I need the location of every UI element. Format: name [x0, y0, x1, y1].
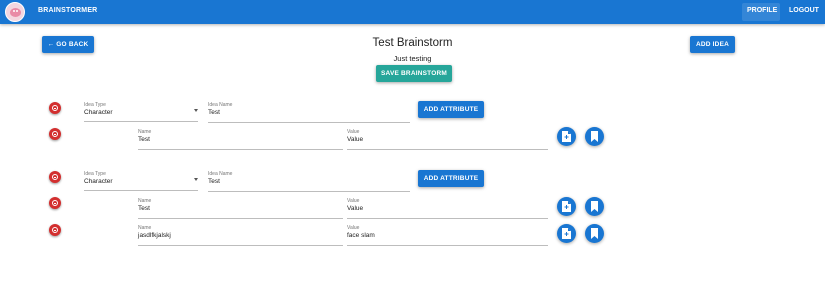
attribute-value-field[interactable]: Value Value — [347, 198, 548, 219]
attribute-value-field[interactable]: Value Value — [347, 129, 548, 150]
delete-attribute-icon[interactable] — [49, 224, 61, 236]
delete-idea-icon[interactable] — [49, 171, 61, 183]
attribute-value-value: Value — [347, 136, 364, 143]
delete-idea-icon[interactable] — [49, 102, 61, 114]
add-attribute-button[interactable]: ADD ATTRIBUTE — [418, 170, 484, 187]
idea-name-label: Idea Name — [208, 102, 233, 108]
idea-type-label: Idea Type — [84, 171, 106, 177]
app-bar: BRAINSTORMER PROFILE LOGOUT — [0, 0, 825, 24]
attribute-name-label: Name — [138, 129, 152, 135]
file-icon[interactable] — [557, 224, 576, 243]
profile-link[interactable]: PROFILE — [747, 7, 777, 14]
file-icon[interactable] — [557, 127, 576, 146]
brainstorm-title: Test Brainstorm — [372, 37, 453, 49]
logo-icon[interactable] — [5, 2, 25, 22]
idea-name-label: Idea Name — [208, 171, 233, 177]
bookmark-icon[interactable] — [585, 224, 604, 243]
idea-type-value: Character — [84, 178, 113, 185]
logout-link[interactable]: LOGOUT — [789, 7, 819, 14]
bookmark-icon[interactable] — [585, 197, 604, 216]
idea-type-label: Idea Type — [84, 102, 106, 108]
attribute-name-value: Test — [138, 136, 150, 143]
brainstorm-description: Just testing — [393, 54, 432, 63]
attribute-name-field[interactable]: Name jasdlfkjalskj — [138, 225, 343, 246]
attribute-name-field[interactable]: Name Test — [138, 129, 343, 150]
idea-name-field[interactable]: Idea Name Test — [208, 102, 410, 123]
idea-name-value: Test — [208, 178, 220, 185]
idea-type-value: Character — [84, 109, 113, 116]
brand-title[interactable]: BRAINSTORMER — [38, 7, 97, 14]
attribute-name-value: jasdlfkjalskj — [138, 232, 171, 239]
idea-type-select[interactable]: Idea Type Character — [84, 102, 198, 122]
file-icon[interactable] — [557, 197, 576, 216]
attribute-name-field[interactable]: Name Test — [138, 198, 343, 219]
idea-name-field[interactable]: Idea Name Test — [208, 171, 410, 192]
attribute-name-label: Name — [138, 225, 152, 231]
attribute-value-label: Value — [347, 129, 360, 135]
idea-name-value: Test — [208, 109, 220, 116]
attribute-value-label: Value — [347, 198, 360, 204]
attribute-value-value: face slam — [347, 232, 375, 239]
add-attribute-button[interactable]: ADD ATTRIBUTE — [418, 101, 484, 118]
chevron-down-icon — [194, 178, 198, 181]
attribute-name-label: Name — [138, 198, 152, 204]
bookmark-icon[interactable] — [585, 127, 604, 146]
idea-type-select[interactable]: Idea Type Character — [84, 171, 198, 191]
attribute-value-label: Value — [347, 225, 360, 231]
attribute-name-value: Test — [138, 205, 150, 212]
delete-attribute-icon[interactable] — [49, 197, 61, 209]
delete-attribute-icon[interactable] — [49, 128, 61, 140]
attribute-value-value: Value — [347, 205, 364, 212]
chevron-down-icon — [194, 109, 198, 112]
save-brainstorm-button[interactable]: SAVE BRAINSTORM — [376, 65, 452, 82]
attribute-value-field[interactable]: Value face slam — [347, 225, 548, 246]
